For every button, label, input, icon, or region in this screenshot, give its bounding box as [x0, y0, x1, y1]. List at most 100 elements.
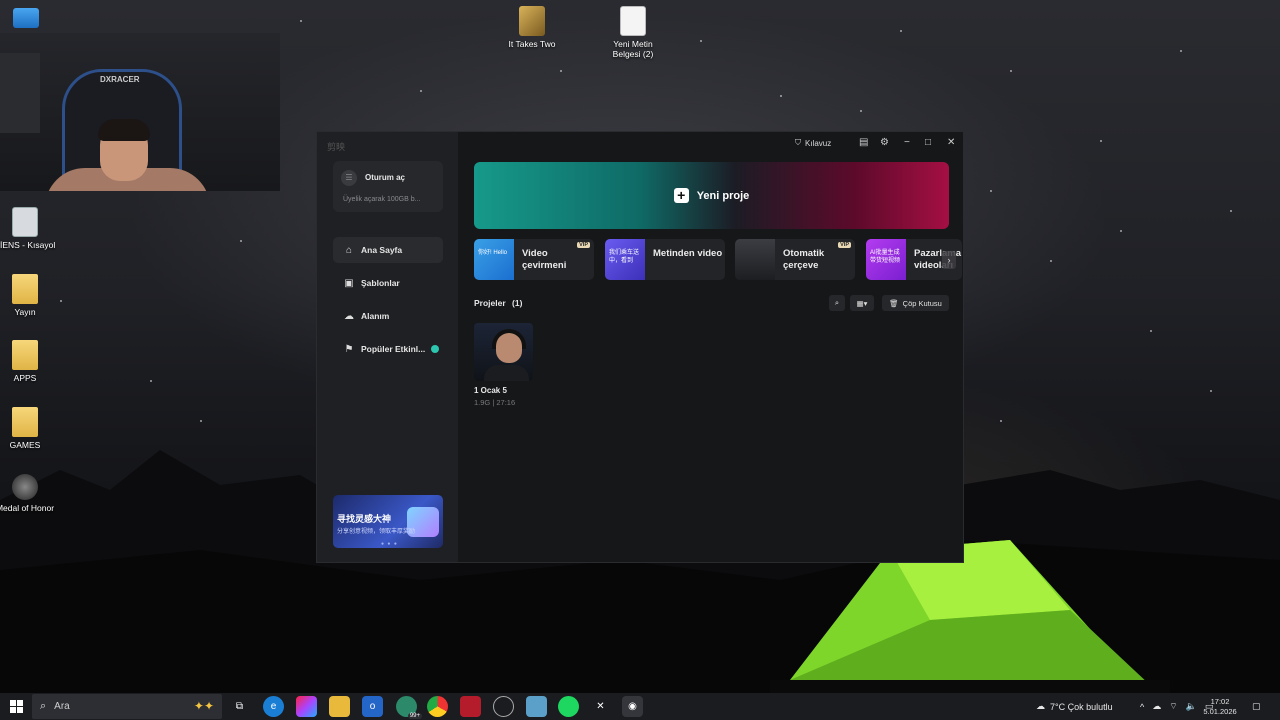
obs-icon[interactable]: [493, 696, 514, 717]
webcam-overlay: DXRACER: [0, 33, 280, 191]
maximize-icon[interactable]: □: [925, 137, 931, 148]
desktop-icon-games-folder[interactable]: GAMES: [0, 407, 57, 450]
search-placeholder: Ara: [54, 701, 70, 712]
promo-title: 寻找灵感大神: [337, 514, 392, 524]
login-card[interactable]: ☰ Oturum aç Üyelik açarak 100GB b...: [333, 161, 443, 212]
network-icon[interactable]: ☁: [1152, 701, 1161, 712]
folder-icon: [12, 274, 38, 304]
guide-label: Kılavuz: [805, 138, 832, 148]
search-button[interactable]: ⌕: [829, 295, 845, 311]
login-label: Oturum aç: [365, 173, 406, 182]
desktop-icon-label: GAMES: [9, 440, 41, 450]
window-topbar: ⛉ Kılavuz ▤ ⚙ − □ ✕: [458, 132, 963, 156]
trash-icon: 🗑: [889, 298, 899, 308]
feature-video-translator[interactable]: 你好! Hello Video çevirmeni VIP: [474, 239, 594, 280]
edge-icon[interactable]: e: [263, 696, 284, 717]
time: 17:02: [1210, 697, 1230, 706]
desktop-icon-apps-folder[interactable]: APPS: [0, 340, 57, 383]
projects-count: (1): [512, 298, 523, 308]
guide-icon: ⛉: [795, 138, 801, 147]
trash-button[interactable]: 🗑 Çöp Kutusu: [882, 295, 949, 311]
promo-pagination: ● ● ●: [381, 541, 398, 547]
grid-view-icon: ▦▾: [856, 298, 868, 308]
copilot-icon[interactable]: [296, 696, 317, 717]
taskbar-search[interactable]: ⌕ Ara ✦✦: [32, 694, 222, 719]
project-name[interactable]: 1 Ocak 5: [474, 386, 507, 395]
feedback-icon[interactable]: ▤: [859, 137, 868, 148]
capcut-window: 剪映 ☰ Oturum aç Üyelik açarak 100GB b... …: [316, 131, 964, 563]
sidebar-item-label: Ana Sayfa: [361, 245, 403, 255]
flag-icon: ⚑: [344, 343, 354, 355]
view-toggle-button[interactable]: ▦▾: [850, 295, 874, 311]
feature-thumbnail: [735, 239, 775, 280]
whatsapp-icon[interactable]: 99+: [396, 696, 422, 719]
desktop-icon-label: APPS: [13, 373, 37, 383]
promo-banner[interactable]: 寻找灵感大神 分享创意视频，领取丰厚奖励 ● ● ●: [333, 495, 443, 548]
notepad-icon[interactable]: [526, 696, 547, 717]
template-icon: ▣: [344, 277, 354, 289]
desktop-icon-this-pc[interactable]: [0, 8, 58, 31]
game-icon: [519, 6, 545, 36]
carousel-next-button[interactable]: ›: [942, 251, 956, 269]
sidebar-item-label: Şablonlar: [361, 278, 400, 288]
spotify-icon[interactable]: [558, 696, 579, 717]
guide-button[interactable]: ⛉ Kılavuz: [795, 138, 831, 148]
feature-text-to-video[interactable]: 我们乘车送 中，看到 Metinden video: [605, 239, 725, 280]
clock[interactable]: 17:02 5.01.2026: [1200, 697, 1240, 717]
cloud-icon: ☁: [1036, 701, 1045, 711]
feature-thumbnail: 你好! Hello: [474, 239, 514, 280]
monitor-icon: [13, 8, 39, 28]
minimize-icon[interactable]: −: [904, 137, 910, 148]
avatar-icon: ☰: [341, 170, 357, 186]
folder-icon: [12, 407, 38, 437]
new-project-label: Yeni proje: [696, 189, 750, 202]
notification-badge: 99+: [407, 713, 422, 719]
close-icon[interactable]: ✕: [947, 137, 955, 148]
notification-dot: [431, 345, 440, 353]
vip-badge: VIP: [838, 242, 851, 248]
feature-label: Video çevirmeni: [522, 248, 567, 271]
desktop-icon-yayin-folder[interactable]: Yayın: [0, 274, 57, 317]
task-view-icon[interactable]: ⧉: [229, 696, 250, 717]
voicemod-icon[interactable]: [460, 696, 481, 717]
feature-auto-reframe[interactable]: Otomatik çerçeve VIP: [735, 239, 855, 280]
chair-label: DXRACER: [100, 75, 140, 84]
sidebar-item-home[interactable]: ⌂ Ana Sayfa: [333, 237, 443, 263]
sidebar-item-templates[interactable]: ▣ Şablonlar: [333, 270, 443, 296]
feature-thumbnail: AI批量生成 带货短视频: [866, 239, 906, 280]
desktop-icon-text-document[interactable]: Yeni Metin Belgesi (2): [601, 6, 665, 59]
document-icon: [620, 6, 646, 36]
settings-icon[interactable]: ⚙: [880, 137, 889, 148]
weather-label: 7°C Çok bulutlu: [1050, 701, 1113, 712]
search-highlight-icon: ✦✦: [193, 699, 214, 713]
chrome-icon[interactable]: [427, 696, 448, 717]
desktop-icon-label: TİENS - Kısayol: [0, 240, 56, 250]
sidebar-item-label: Alanım: [361, 311, 390, 321]
date: 5.01.2026: [1203, 707, 1237, 716]
home-icon: ⌂: [345, 244, 353, 256]
sidebar-item-label: Popüler Etkinl...: [361, 344, 426, 354]
outlook-icon[interactable]: o: [362, 696, 383, 717]
discord-icon[interactable]: ◉: [622, 696, 643, 717]
sidebar-item-my-space[interactable]: ☁ Alanım: [333, 303, 443, 329]
chevron-up-icon[interactable]: ^: [1140, 702, 1144, 712]
feature-label: Otomatik çerçeve: [783, 248, 825, 271]
project-thumbnail[interactable]: [474, 323, 533, 381]
notifications-icon[interactable]: ▢: [1252, 693, 1261, 720]
desktop-icon-label: Yayın: [14, 307, 36, 317]
promo-subtitle: 分享创意视频，领取丰厚奖励: [337, 529, 416, 535]
desktop-icon-medal-of-honor[interactable]: Medal of Honor: [0, 474, 57, 513]
start-button[interactable]: [0, 693, 32, 720]
volume-icon[interactable]: 🔈: [1186, 701, 1197, 712]
weather-widget[interactable]: ☁ 7°C Çok bulutlu: [1036, 693, 1113, 720]
folder-icon: [12, 340, 38, 370]
capcut-icon[interactable]: ✕: [590, 696, 611, 717]
sidebar-item-events[interactable]: ⚑ Popüler Etkinl...: [333, 336, 443, 362]
wifi-icon[interactable]: ⌔: [1169, 701, 1177, 712]
desktop-icon-it-takes-two[interactable]: It Takes Two: [500, 6, 564, 49]
file-explorer-icon[interactable]: [329, 696, 350, 717]
cloud-icon: ☁: [344, 310, 354, 322]
new-project-button[interactable]: + Yeni proje: [474, 162, 949, 229]
project-meta: 1.9G | 27:16: [474, 398, 516, 407]
desktop-icon-tiens-shortcut[interactable]: TİENS - Kısayol: [0, 207, 57, 250]
